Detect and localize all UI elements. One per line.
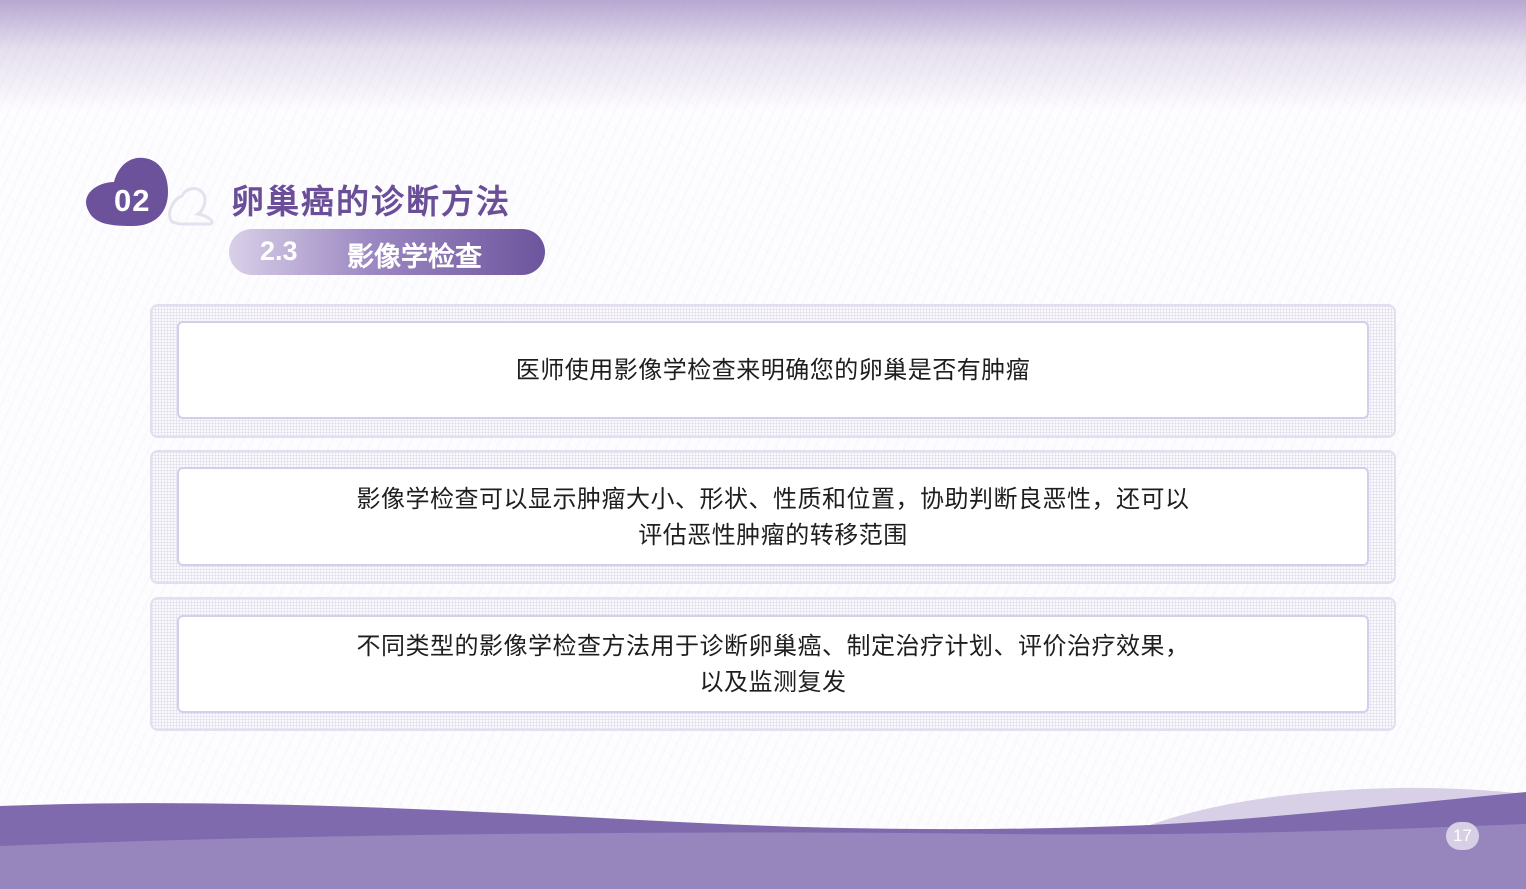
background-texture — [0, 0, 1526, 889]
card-1: 医师使用影像学检查来明确您的卵巢是否有肿瘤 — [177, 321, 1369, 419]
card-2: 影像学检查可以显示肿瘤大小、形状、性质和位置，协助判断良恶性，还可以 评估恶性肿… — [177, 467, 1369, 566]
card-2-line-2: 评估恶性肿瘤的转移范围 — [638, 520, 908, 549]
card-3-line-1: 不同类型的影像学检查方法用于诊断卵巢癌、制定治疗计划、评价治疗效果， — [356, 632, 1190, 660]
page-number-badge: 17 — [1446, 822, 1479, 850]
subsection-title: 影像学检查 — [347, 242, 482, 273]
section-number: 02 — [114, 183, 151, 218]
card-2-line-1: 影像学检查可以显示肿瘤大小、形状、性质和位置，协助判断良恶性，还可以 — [356, 484, 1190, 513]
footer-wave — [0, 787, 1526, 889]
card-1-text: 医师使用影像学检查来明确您的卵巢是否有肿瘤 — [515, 356, 1031, 384]
page-title: 卵巢癌的诊断方法 — [231, 182, 511, 221]
card-3: 不同类型的影像学检查方法用于诊断卵巢癌、制定治疗计划、评价治疗效果， 以及监测复… — [177, 615, 1369, 713]
subsection-number: 2.3 — [260, 236, 298, 266]
card-3-line-2: 以及监测复发 — [699, 668, 847, 696]
